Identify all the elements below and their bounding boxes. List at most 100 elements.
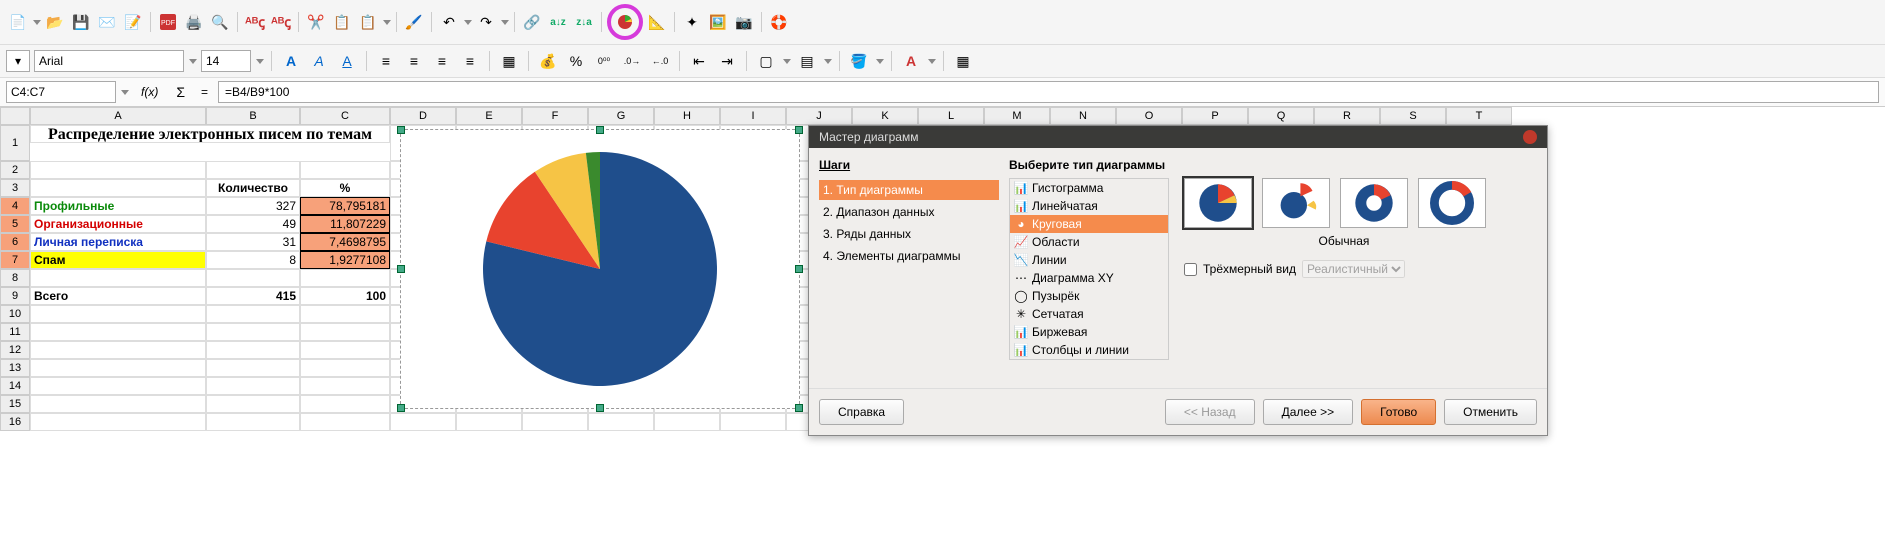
chart-type-5[interactable]: ⋯Диаграмма XY bbox=[1010, 269, 1168, 287]
cell[interactable] bbox=[30, 413, 206, 431]
cell[interactable] bbox=[522, 413, 588, 431]
select-all-corner[interactable] bbox=[0, 107, 30, 125]
merge-cells-icon[interactable]: ▦ bbox=[497, 49, 521, 73]
preview-icon[interactable]: 🔍 bbox=[208, 10, 232, 34]
data-sources-icon[interactable]: 📷 bbox=[732, 10, 756, 34]
print-icon[interactable]: 🖨️ bbox=[182, 10, 206, 34]
cell[interactable] bbox=[206, 269, 300, 287]
col-head-E[interactable]: E bbox=[456, 107, 522, 125]
chart-type-1[interactable]: 📊Линейчатая bbox=[1010, 197, 1168, 215]
chart-type-0[interactable]: 📊Гистограмма bbox=[1010, 179, 1168, 197]
chart-type-2[interactable]: ◕Круговая bbox=[1010, 215, 1168, 233]
formula-input[interactable] bbox=[218, 81, 1879, 103]
embedded-chart[interactable] bbox=[400, 129, 800, 409]
align-right-icon[interactable]: ≡ bbox=[430, 49, 454, 73]
cell[interactable] bbox=[300, 359, 390, 377]
col-head-Q[interactable]: Q bbox=[1248, 107, 1314, 125]
cell[interactable]: Распределение электронных писем по темам bbox=[30, 125, 390, 143]
format-paint-icon[interactable]: 🖌️ bbox=[402, 10, 426, 34]
three-d-mode-select[interactable]: Реалистичный bbox=[1302, 260, 1405, 278]
borderstyle-dd[interactable] bbox=[824, 59, 832, 64]
cell[interactable]: 49 bbox=[206, 215, 300, 233]
redo-icon[interactable]: ↷ bbox=[474, 10, 498, 34]
sort-asc-icon[interactable]: a↓z bbox=[546, 10, 570, 34]
cell[interactable] bbox=[206, 161, 300, 179]
cell[interactable]: 31 bbox=[206, 233, 300, 251]
row-head-2[interactable]: 2 bbox=[0, 161, 30, 179]
fontcolor-dd[interactable] bbox=[928, 59, 936, 64]
cell[interactable] bbox=[300, 377, 390, 395]
name-box[interactable]: C4:C7 bbox=[6, 81, 116, 103]
row-head-13[interactable]: 13 bbox=[0, 359, 30, 377]
chart-type-6[interactable]: ◯Пузырёк bbox=[1010, 287, 1168, 305]
cell[interactable]: Личная переписка bbox=[30, 233, 206, 251]
col-head-D[interactable]: D bbox=[390, 107, 456, 125]
col-head-J[interactable]: J bbox=[786, 107, 852, 125]
three-d-checkbox[interactable] bbox=[1184, 263, 1197, 276]
indent-inc-icon[interactable]: ⇥ bbox=[715, 49, 739, 73]
cell[interactable] bbox=[30, 305, 206, 323]
chart-type-3[interactable]: 📈Области bbox=[1010, 233, 1168, 251]
col-head-N[interactable]: N bbox=[1050, 107, 1116, 125]
col-head-H[interactable]: H bbox=[654, 107, 720, 125]
fx-button[interactable]: f(x) bbox=[133, 85, 166, 99]
dec-inc-icon[interactable]: .0→ bbox=[620, 49, 644, 73]
font-name-input[interactable]: Arial bbox=[34, 50, 184, 72]
fill-dd[interactable] bbox=[876, 59, 884, 64]
gallery-icon-2[interactable]: ▦ bbox=[951, 49, 975, 73]
cell[interactable] bbox=[30, 341, 206, 359]
navigator-icon[interactable]: ✦ bbox=[680, 10, 704, 34]
cell[interactable]: Количество bbox=[206, 179, 300, 197]
style-select[interactable]: ▾ bbox=[6, 50, 30, 72]
cut-icon[interactable]: ✂️ bbox=[304, 10, 328, 34]
open-icon[interactable]: 📂 bbox=[43, 10, 67, 34]
subtype-normal[interactable] bbox=[1184, 178, 1252, 228]
paste-dd[interactable] bbox=[383, 20, 391, 25]
chart-type-8[interactable]: 📊Биржевая bbox=[1010, 323, 1168, 341]
row-head-3[interactable]: 3 bbox=[0, 179, 30, 197]
name-box-dd[interactable] bbox=[121, 90, 129, 95]
cell[interactable] bbox=[300, 395, 390, 413]
font-color-icon[interactable]: A bbox=[899, 49, 923, 73]
font-name-dd[interactable] bbox=[189, 59, 197, 64]
back-button[interactable]: << Назад bbox=[1165, 399, 1255, 425]
row-head-9[interactable]: 9 bbox=[0, 287, 30, 305]
pdf-icon[interactable]: PDF bbox=[156, 10, 180, 34]
border-style-icon[interactable]: ▤ bbox=[795, 49, 819, 73]
col-head-C[interactable]: C bbox=[300, 107, 390, 125]
cell[interactable] bbox=[30, 161, 206, 179]
hyperlink-icon[interactable]: 🔗 bbox=[520, 10, 544, 34]
subtype-exploded[interactable] bbox=[1262, 178, 1330, 228]
sum-button[interactable]: Σ bbox=[170, 84, 191, 100]
cell[interactable] bbox=[654, 413, 720, 431]
dec-dec-icon[interactable]: ←.0 bbox=[648, 49, 672, 73]
row-head-11[interactable]: 11 bbox=[0, 323, 30, 341]
cell[interactable]: Всего bbox=[30, 287, 206, 305]
cell[interactable] bbox=[300, 305, 390, 323]
undo-icon[interactable]: ↶ bbox=[437, 10, 461, 34]
gallery-icon[interactable]: 🖼️ bbox=[706, 10, 730, 34]
sort-desc-icon[interactable]: z↓a bbox=[572, 10, 596, 34]
help-button[interactable]: Справка bbox=[819, 399, 904, 425]
cell[interactable] bbox=[206, 305, 300, 323]
font-size-input[interactable]: 14 bbox=[201, 50, 251, 72]
wizard-titlebar[interactable]: Мастер диаграмм bbox=[809, 126, 1547, 148]
col-head-R[interactable]: R bbox=[1314, 107, 1380, 125]
chart-type-list[interactable]: 📊Гистограмма📊Линейчатая◕Круговая📈Области… bbox=[1009, 178, 1169, 360]
subtype-donut[interactable] bbox=[1340, 178, 1408, 228]
row-head-10[interactable]: 10 bbox=[0, 305, 30, 323]
row-head-15[interactable]: 15 bbox=[0, 395, 30, 413]
cell[interactable] bbox=[30, 323, 206, 341]
cancel-button[interactable]: Отменить bbox=[1444, 399, 1537, 425]
align-center-icon[interactable]: ≡ bbox=[402, 49, 426, 73]
col-head-G[interactable]: G bbox=[588, 107, 654, 125]
bold-icon[interactable]: A bbox=[279, 49, 303, 73]
col-head-L[interactable]: L bbox=[918, 107, 984, 125]
col-head-T[interactable]: T bbox=[1446, 107, 1512, 125]
font-size-dd[interactable] bbox=[256, 59, 264, 64]
cell[interactable] bbox=[30, 359, 206, 377]
cell[interactable] bbox=[206, 341, 300, 359]
cell[interactable] bbox=[30, 377, 206, 395]
chart-type-7[interactable]: ✳Сетчатая bbox=[1010, 305, 1168, 323]
equals-button[interactable]: = bbox=[195, 85, 214, 99]
